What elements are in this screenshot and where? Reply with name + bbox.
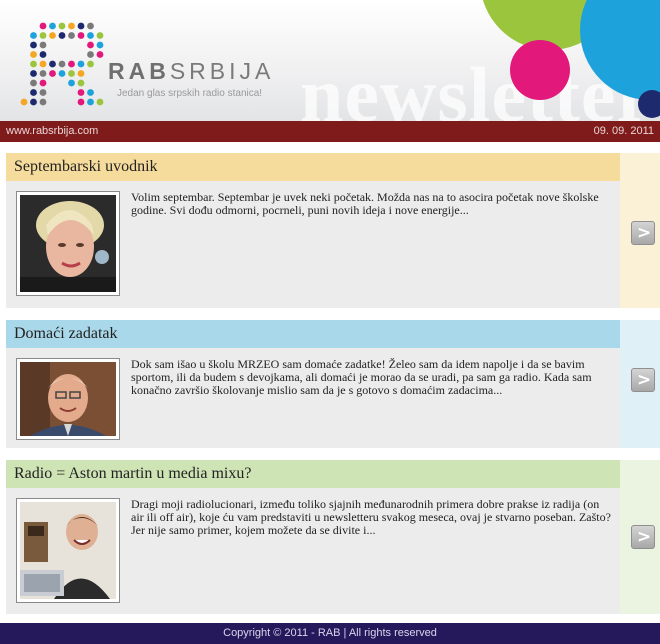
brand-name: RABSRBIJA [108, 58, 274, 85]
chevron-right-icon: > [637, 527, 652, 547]
article-section-3: Radio = Aston martin u media mixu? Dragi… [0, 460, 660, 614]
article-excerpt: Dragi moji radiolucionari, između toliko… [131, 497, 611, 537]
footer-bar: Copyright © 2011 - RAB | All rights rese… [0, 623, 660, 644]
article-photo[interactable] [16, 498, 120, 603]
article-body: Volim septembar. Septembar je uvek neki … [6, 181, 620, 308]
chevron-right-icon: > [637, 370, 652, 390]
article-photo[interactable] [16, 191, 120, 296]
brand-bold: RAB [108, 58, 170, 84]
article-title[interactable]: Domaći zadatak [6, 320, 620, 348]
article-excerpt: Dok sam išao u školu MRZEO sam domaće za… [131, 357, 592, 397]
article-section-2: Domaći zadatak Dok sam išao u školu MRZE… [0, 320, 660, 448]
decorative-circles-icon [482, 0, 660, 118]
article-title[interactable]: Septembarski uvodnik [6, 153, 620, 181]
sub-header-bar: www.rabsrbija.com 09. 09. 2011 [0, 121, 660, 142]
article-section-1: Septembarski uvodnik Volim septembar. Se… [0, 153, 660, 308]
portrait-man-icon [20, 362, 116, 436]
brand-light: SRBIJA [169, 58, 275, 84]
read-more-button[interactable]: > [631, 221, 655, 245]
article-excerpt: Volim septembar. Septembar je uvek neki … [131, 190, 599, 217]
rab-logo-icon [20, 22, 104, 106]
article-title[interactable]: Radio = Aston martin u media mixu? [6, 460, 620, 488]
read-more-button[interactable]: > [631, 525, 655, 549]
portrait-woman-icon [20, 195, 116, 292]
article-photo[interactable] [16, 358, 120, 440]
site-url-link[interactable]: www.rabsrbija.com [6, 125, 98, 137]
read-more-button[interactable]: > [631, 368, 655, 392]
chevron-right-icon: > [637, 223, 652, 243]
copyright-text: Copyright © 2011 - RAB | All rights rese… [223, 627, 437, 639]
issue-date: 09. 09. 2011 [593, 125, 654, 137]
article-body: Dragi moji radiolucionari, između toliko… [6, 488, 620, 614]
article-body: Dok sam išao u školu MRZEO sam domaće za… [6, 348, 620, 448]
laptop-person-icon [20, 502, 116, 599]
brand-tagline: Jedan glas srpskih radio stanica! [117, 88, 263, 99]
newsletter-header: RABSRBIJA Jedan glas srpskih radio stani… [0, 0, 660, 121]
